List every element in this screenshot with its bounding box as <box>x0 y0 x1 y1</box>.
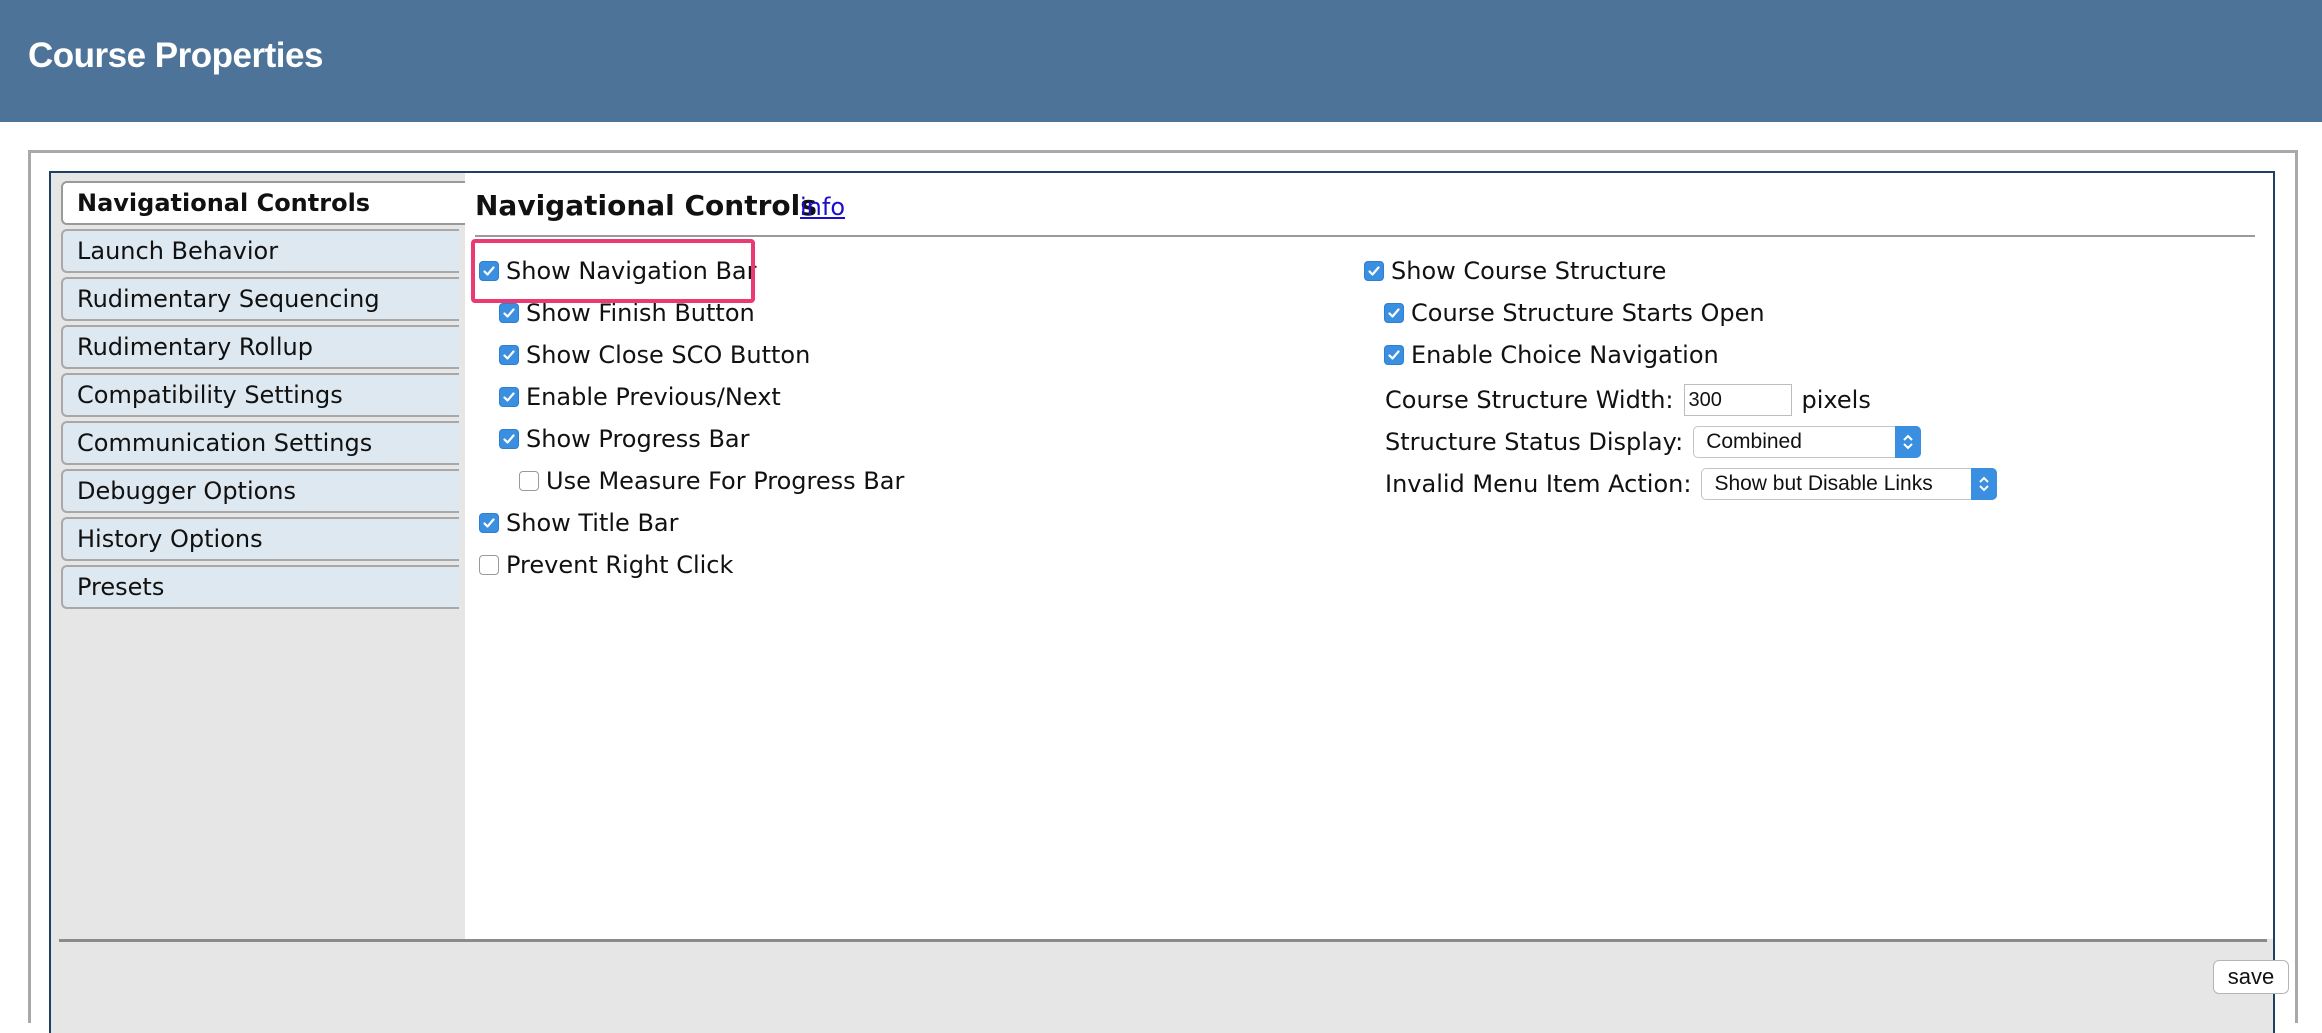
select-arrows-icon <box>1971 468 1998 500</box>
course-structure-width-row: Course Structure Width: pixels <box>1385 382 1871 418</box>
prevent-right-click-checkbox[interactable] <box>479 555 499 575</box>
show-progress-bar-checkbox[interactable] <box>499 429 519 449</box>
option-enable-previous-next[interactable]: Enable Previous/Next <box>499 382 781 412</box>
invalid-menu-item-action-label: Invalid Menu Item Action: <box>1385 470 1692 498</box>
option-show-course-structure[interactable]: Show Course Structure <box>1364 256 1666 286</box>
option-label: Prevent Right Click <box>506 551 734 579</box>
option-label: Course Structure Starts Open <box>1411 299 1765 327</box>
option-label: Enable Previous/Next <box>526 383 781 411</box>
show-finish-button-checkbox[interactable] <box>499 303 519 323</box>
option-label: Show Progress Bar <box>526 425 750 453</box>
option-show-close-sco-button[interactable]: Show Close SCO Button <box>499 340 810 370</box>
tab-navigational-controls[interactable]: Navigational Controls <box>61 181 465 225</box>
app-header: Course Properties <box>0 0 2322 122</box>
structure-status-display-select[interactable]: Combined <box>1693 426 1922 458</box>
structure-status-display-label: Structure Status Display: <box>1385 428 1684 456</box>
highlight-annotation <box>471 239 755 303</box>
option-label: Show Finish Button <box>526 299 755 327</box>
course-structure-width-input[interactable] <box>1683 384 1792 416</box>
checkmark-icon <box>503 308 515 318</box>
invalid-menu-item-action-row: Invalid Menu Item Action: Show but Disab… <box>1385 466 1998 502</box>
option-label: Show Close SCO Button <box>526 341 811 369</box>
option-use-measure-for-progress-bar[interactable]: Use Measure For Progress Bar <box>519 466 904 496</box>
select-arrows-icon <box>1895 426 1922 458</box>
checkmark-icon <box>1388 308 1400 318</box>
tab-launch-behavior[interactable]: Launch Behavior <box>61 229 459 273</box>
tab-presets[interactable]: Presets <box>61 565 459 609</box>
page-title: Course Properties <box>28 36 323 75</box>
save-button[interactable]: save <box>2213 960 2289 994</box>
show-close-sco-button-checkbox[interactable] <box>499 345 519 365</box>
enable-previous-next-checkbox[interactable] <box>499 387 519 407</box>
option-enable-choice-navigation[interactable]: Enable Choice Navigation <box>1384 340 1719 370</box>
checkmark-icon <box>503 392 515 402</box>
tab-history-options[interactable]: History Options <box>61 517 459 561</box>
option-label: Enable Choice Navigation <box>1411 341 1719 369</box>
properties-container: Navigational Controls Launch Behavior Ru… <box>28 150 2298 1033</box>
properties-panel: Navigational Controls Launch Behavior Ru… <box>49 171 2289 1033</box>
selected-value: Show but Disable Links <box>1714 472 1933 495</box>
option-show-title-bar[interactable]: Show Title Bar <box>479 508 679 538</box>
tab-debugger-options[interactable]: Debugger Options <box>61 469 459 513</box>
course-structure-starts-open-checkbox[interactable] <box>1384 303 1404 323</box>
course-structure-width-label: Course Structure Width: <box>1385 386 1674 414</box>
panel-title: Navigational Controls <box>475 189 817 222</box>
option-course-structure-starts-open[interactable]: Course Structure Starts Open <box>1384 298 1765 328</box>
show-title-bar-checkbox[interactable] <box>479 513 499 533</box>
width-unit-label: pixels <box>1801 386 1871 414</box>
tab-communication-settings[interactable]: Communication Settings <box>61 421 459 465</box>
checkmark-icon <box>483 518 495 528</box>
checkmark-icon <box>503 350 515 360</box>
invalid-menu-item-action-select[interactable]: Show but Disable Links <box>1701 468 1998 500</box>
option-label: Show Title Bar <box>506 509 679 537</box>
info-link[interactable]: info <box>800 193 845 221</box>
enable-choice-navigation-checkbox[interactable] <box>1384 345 1404 365</box>
option-show-progress-bar[interactable]: Show Progress Bar <box>499 424 749 454</box>
structure-status-display-row: Structure Status Display: Combined <box>1385 424 1922 460</box>
option-prevent-right-click[interactable]: Prevent Right Click <box>479 550 733 580</box>
show-course-structure-checkbox[interactable] <box>1364 261 1384 281</box>
checkmark-icon <box>503 434 515 444</box>
tab-rudimentary-rollup[interactable]: Rudimentary Rollup <box>61 325 459 369</box>
checkmark-icon <box>1388 350 1400 360</box>
option-label: Use Measure For Progress Bar <box>546 467 905 495</box>
panel-divider <box>475 235 2255 237</box>
tab-list: Navigational Controls Launch Behavior Ru… <box>51 173 465 939</box>
tab-rudimentary-sequencing[interactable]: Rudimentary Sequencing <box>61 277 459 321</box>
checkmark-icon <box>1368 266 1380 276</box>
selected-value: Combined <box>1706 430 1802 453</box>
option-label: Show Course Structure <box>1391 257 1667 285</box>
tab-compatibility-settings[interactable]: Compatibility Settings <box>61 373 459 417</box>
use-measure-for-progress-bar-checkbox[interactable] <box>519 471 539 491</box>
footer-divider <box>59 939 2267 942</box>
